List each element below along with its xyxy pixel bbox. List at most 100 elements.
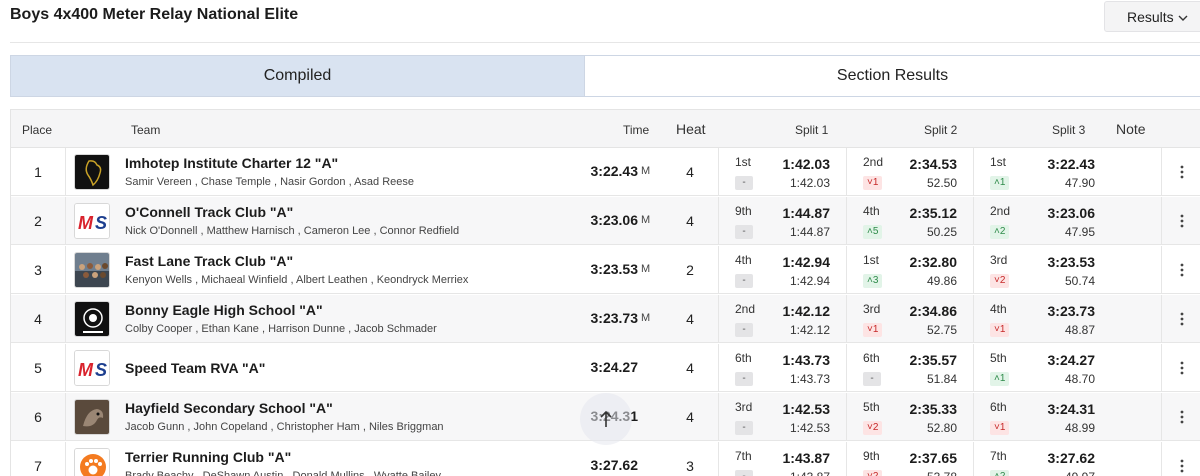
position-change-badge: ˄2: [990, 225, 1010, 239]
meet-mark-badge: M: [641, 165, 651, 177]
place-cell: 7: [34, 458, 42, 474]
heat-cell: 4: [686, 164, 694, 180]
team-name-link[interactable]: Bonny Eagle High School "A": [125, 302, 323, 318]
table-row[interactable]: 2 M S O'Connell Track Club "A" Nick O'Donnel…: [11, 197, 1200, 245]
place-cell: 2: [34, 213, 42, 229]
split-rank: 1st: [990, 155, 1007, 169]
team-members[interactable]: Jacob Gunn , John Copeland , Christopher…: [125, 421, 444, 433]
logo-divider: [65, 393, 66, 441]
table-row[interactable]: 7 Terrier Running Club "A" Brady Beachy , …: [11, 442, 1200, 476]
more-vertical-icon[interactable]: [1180, 361, 1184, 375]
team-members[interactable]: Kenyon Wells , Michaeal Winfield , Alber…: [125, 274, 468, 286]
meet-mark-badge: M: [641, 214, 651, 226]
team-name-link[interactable]: Terrier Running Club "A": [125, 449, 291, 465]
split-2-cell: 3rd 2:34.86 ˅1 52.75: [846, 295, 973, 343]
position-change-badge: ˄2: [990, 470, 1010, 476]
place-cell: 1: [34, 164, 42, 180]
header-heat[interactable]: Heat: [676, 121, 706, 137]
team-logo: MS: [74, 350, 110, 386]
header-team[interactable]: Team: [131, 123, 160, 137]
view-tabs: Compiled Section Results: [10, 55, 1200, 97]
place-cell: 5: [34, 360, 42, 376]
logo-divider: [65, 197, 66, 245]
more-vertical-icon[interactable]: [1180, 410, 1184, 424]
split-cumulative-time: 3:23.73: [1047, 303, 1095, 319]
split-cumulative-time: 2:35.57: [909, 352, 957, 368]
split-cumulative-time: 2:34.53: [909, 156, 957, 172]
row-menu-cell: [1161, 344, 1200, 392]
team-name-link[interactable]: O'Connell Track Club "A": [125, 204, 293, 220]
row-menu-cell: [1161, 197, 1200, 245]
team-logo: [74, 448, 110, 476]
scroll-to-top-button[interactable]: [580, 393, 632, 445]
position-change-badge: ˄1: [990, 176, 1010, 190]
split-rank: 5th: [863, 400, 880, 414]
split-cumulative-time: 3:24.27: [1047, 352, 1095, 368]
split-rank: 2nd: [735, 302, 756, 316]
team-logo: [74, 252, 110, 288]
table-row[interactable]: 3 Fast Lane Track Club "A" Kenyon Wells , …: [11, 246, 1200, 294]
more-vertical-icon[interactable]: [1180, 165, 1184, 179]
logo-divider: [65, 148, 66, 196]
split-cumulative-time: 1:42.03: [782, 156, 830, 172]
svg-text:S: S: [95, 213, 107, 233]
position-change-badge: ˅1: [990, 421, 1010, 435]
place-cell: 4: [34, 311, 42, 327]
row-menu-cell: [1161, 246, 1200, 294]
team-members[interactable]: Brady Beachy , DeShawn Austin , Donald M…: [125, 470, 441, 476]
team-members[interactable]: Colby Cooper , Ethan Kane , Harrison Dun…: [125, 323, 437, 335]
page-title: Boys 4x400 Meter Relay National Elite: [10, 6, 299, 23]
split-rank: 4th: [735, 253, 752, 267]
logo-divider: [65, 246, 66, 294]
team-name-link[interactable]: Imhotep Institute Charter 12 "A": [125, 155, 338, 171]
position-change-badge: -: [735, 372, 753, 386]
logo-divider: [65, 295, 66, 343]
team-members[interactable]: Nick O'Donnell , Matthew Harnisch , Came…: [125, 225, 459, 237]
split-3-cell: 2nd 3:23.06 ˄2 47.95: [973, 197, 1111, 245]
split-rank: 1st: [863, 253, 880, 267]
more-vertical-icon[interactable]: [1180, 263, 1184, 277]
split-cumulative-time: 2:35.12: [909, 205, 957, 221]
split-lap-time: 1:44.87: [789, 225, 830, 239]
split-rank: 2nd: [990, 204, 1011, 218]
split-lap-time: 49.86: [926, 274, 957, 288]
split-cumulative-time: 3:24.31: [1047, 401, 1095, 417]
header-place[interactable]: Place: [22, 123, 52, 137]
tab-section-results[interactable]: Section Results: [585, 56, 1200, 96]
split-cumulative-time: 3:27.62: [1047, 450, 1095, 466]
split-3-cell: 1st 3:22.43 ˄1 47.90: [973, 148, 1111, 196]
team-name-link[interactable]: Hayfield Secondary School "A": [125, 400, 333, 416]
split-lap-time: 52.80: [926, 421, 957, 435]
team-members[interactable]: Samir Vereen , Chase Temple , Nasir Gord…: [125, 176, 414, 188]
split-cumulative-time: 3:23.53: [1047, 254, 1095, 270]
split-lap-time: 1:42.94: [789, 274, 830, 288]
split-lap-time: 50.74: [1064, 274, 1095, 288]
split-lap-time: 1:42.03: [789, 176, 830, 190]
split-lap-time: 48.70: [1064, 372, 1095, 386]
split-rank: 6th: [863, 351, 880, 365]
time-cell: 3:24.27: [590, 359, 638, 375]
position-change-badge: ˅1: [863, 323, 883, 337]
header-split-1: Split 1: [795, 123, 829, 137]
position-change-badge: ˅2: [863, 470, 883, 476]
tab-compiled[interactable]: Compiled: [11, 56, 585, 96]
row-menu-cell: [1161, 295, 1200, 343]
split-cumulative-time: 3:23.06: [1047, 205, 1095, 221]
more-vertical-icon[interactable]: [1180, 214, 1184, 228]
svg-text:M: M: [78, 360, 94, 380]
time-cell: 3:23.53: [590, 261, 638, 277]
table-row[interactable]: 1 Imhotep Institute Charter 12 "A" Samir V…: [11, 148, 1200, 196]
table-row[interactable]: 5 M S Speed Team RVA "A" 3:24.27 4 6th 1:43.73 -…: [11, 344, 1200, 392]
header-time[interactable]: Time: [623, 123, 649, 137]
split-lap-time: 51.84: [926, 372, 957, 386]
meet-mark-badge: M: [641, 263, 651, 275]
time-cell: 3:27.62: [590, 457, 638, 473]
split-1-cell: 3rd 1:42.53 - 1:42.53: [718, 393, 846, 441]
results-dropdown[interactable]: Results: [1104, 1, 1200, 32]
more-vertical-icon[interactable]: [1180, 312, 1184, 326]
more-vertical-icon[interactable]: [1180, 459, 1184, 473]
table-row[interactable]: 4 Bonny Eagle High School "A" Colby Cooper…: [11, 295, 1200, 343]
split-cumulative-time: 1:43.87: [782, 450, 830, 466]
team-name-link[interactable]: Speed Team RVA "A": [125, 360, 265, 376]
team-name-link[interactable]: Fast Lane Track Club "A": [125, 253, 293, 269]
